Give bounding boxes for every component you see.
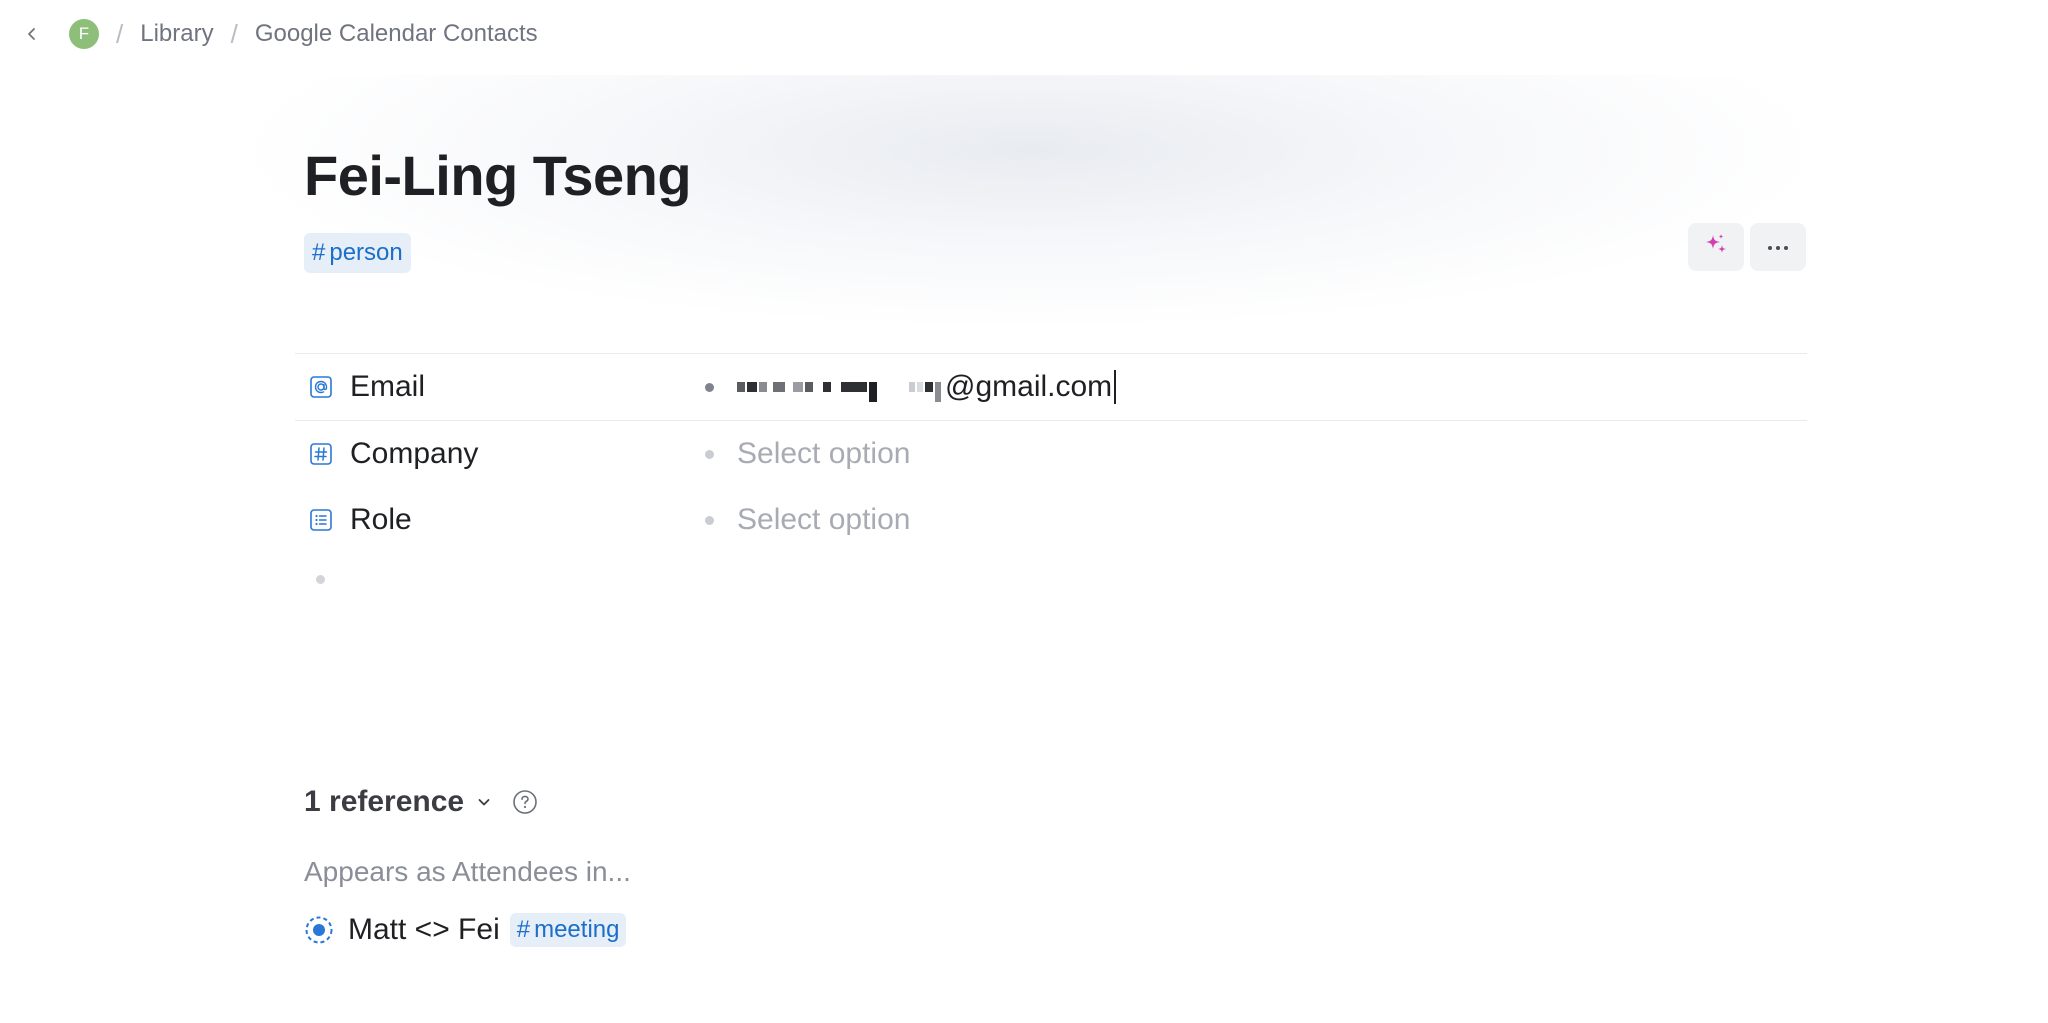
reference-title[interactable]: Matt <> Fei [348,913,500,947]
references-count: 1 reference [304,785,465,818]
tag-label: person [329,239,403,266]
chevron-down-icon[interactable] [476,794,492,810]
field-label-email: Email [350,370,426,403]
page-title[interactable]: Fei-Ling Tseng [304,140,692,212]
field-row-role[interactable]: Role Select option [295,487,1807,553]
company-select[interactable]: Select option [737,437,910,471]
avatar[interactable]: F [69,19,99,49]
properties-list: Email @gmail.com Company Select option R… [295,353,1807,553]
role-select[interactable]: Select option [737,503,910,537]
email-value[interactable]: @gmail.com [737,370,1117,404]
breadcrumb-separator: / [116,18,124,49]
hash-icon [309,442,333,466]
field-label-company: Company [350,437,479,470]
tag-label: meeting [534,916,620,943]
meeting-status-icon [304,915,334,945]
field-bullet [705,449,714,459]
more-options-button[interactable] [1750,223,1806,271]
help-circle-icon[interactable] [512,789,538,815]
breadcrumb-separator: / [230,18,238,49]
more-horizontal-icon [1767,238,1789,256]
chevron-left-icon[interactable] [20,22,44,46]
field-label-role: Role [350,503,412,536]
field-bullet [705,515,714,525]
tag-meeting[interactable]: # meeting [509,913,627,947]
empty-block-bullet[interactable] [316,575,325,584]
email-domain: @gmail.com [945,370,1113,403]
at-sign-icon [309,375,333,399]
page: F / Library / Google Calendar Contacts F… [0,0,2048,1023]
tag-hash: # [516,916,531,943]
field-row-company[interactable]: Company Select option [295,421,1807,487]
tag-hash: # [312,239,326,266]
breadcrumb: F / Library / Google Calendar Contacts [20,14,538,54]
field-bullet [705,382,714,392]
text-cursor [1114,370,1117,404]
ai-assist-button[interactable] [1688,223,1744,271]
field-row-email[interactable]: Email @gmail.com [295,353,1807,421]
references-header[interactable]: 1 reference [304,782,538,822]
list-icon [309,508,333,532]
appears-as-label: Appears as Attendees in... [304,856,631,887]
redacted-email-local-part [737,372,943,402]
tag-person[interactable]: # person [304,233,411,273]
sparkles-icon [1702,231,1730,264]
breadcrumb-current[interactable]: Google Calendar Contacts [255,20,538,48]
breadcrumb-library[interactable]: Library [140,20,213,48]
reference-item[interactable]: Matt <> Fei # meeting [304,910,627,950]
